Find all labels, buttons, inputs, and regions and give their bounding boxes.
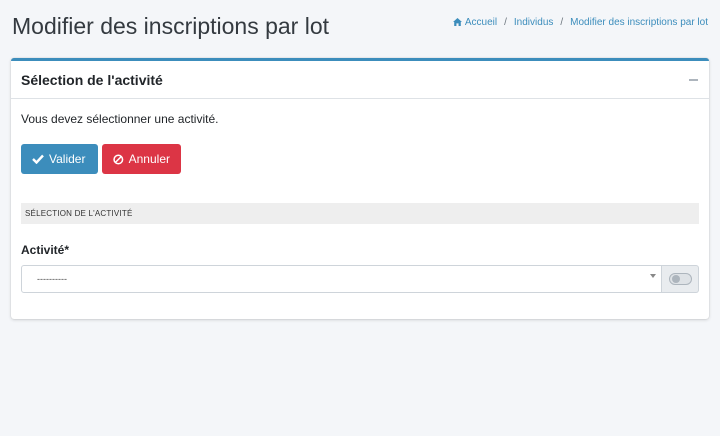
- toggle-switch[interactable]: [668, 273, 692, 285]
- card-header: Sélection de l'activité: [11, 61, 709, 99]
- cancel-label: Annuler: [128, 152, 170, 166]
- collapse-button[interactable]: [687, 74, 699, 86]
- section-header: SÉLECTION DE L'ACTIVITÉ: [21, 203, 699, 224]
- info-message: Vous devez sélectionner une activité.: [21, 112, 219, 126]
- page-title: Modifier des inscriptions par lot: [12, 13, 330, 39]
- activity-select-value: ----------: [37, 274, 67, 284]
- activity-field-label: Activité*: [21, 243, 70, 257]
- activity-selection-card: Sélection de l'activité Vous devez sélec…: [11, 58, 709, 319]
- validate-label: Valider: [49, 152, 86, 166]
- activity-input-group: ----------: [21, 265, 699, 293]
- card-body: Vous devez sélectionner une activité. Va…: [11, 112, 709, 293]
- breadcrumb-current-link[interactable]: Modifier des inscriptions par lot: [570, 17, 708, 28]
- caret-down-icon: [650, 274, 656, 278]
- toggle-knob: [671, 275, 680, 283]
- breadcrumb-home-link[interactable]: Accueil: [452, 17, 498, 28]
- activity-select[interactable]: ----------: [21, 265, 662, 293]
- toggle-addon: [662, 265, 699, 293]
- home-icon: [452, 18, 462, 26]
- card-title: Sélection de l'activité: [21, 71, 163, 88]
- cancel-button[interactable]: Annuler: [102, 144, 181, 174]
- breadcrumb: Accueil / Individus / Modifier des inscr…: [452, 17, 708, 28]
- breadcrumb-home-label: Accueil: [464, 17, 498, 28]
- ban-icon: [113, 153, 124, 165]
- minus-icon: [688, 78, 698, 81]
- breadcrumb-separator: /: [504, 17, 507, 28]
- action-buttons: Valider Annuler: [21, 144, 699, 174]
- breadcrumb-individus-link[interactable]: Individus: [514, 17, 553, 28]
- check-icon: [32, 154, 44, 164]
- breadcrumb-separator: /: [560, 17, 564, 28]
- validate-button[interactable]: Valider: [21, 144, 98, 174]
